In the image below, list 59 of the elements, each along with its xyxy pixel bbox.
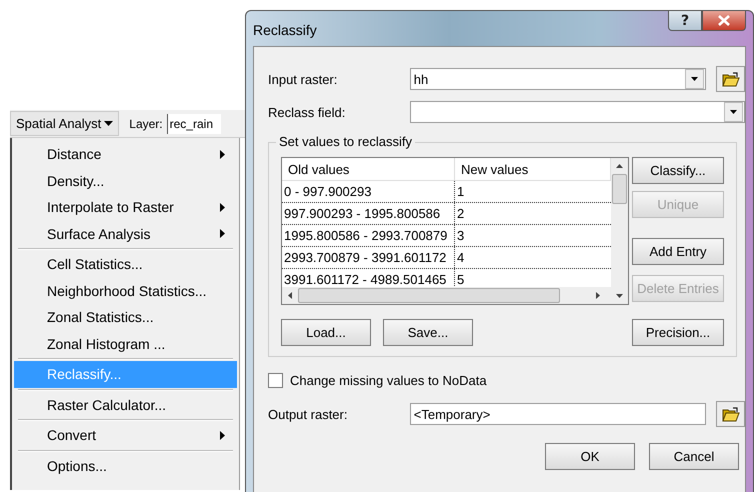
menu-item[interactable]: Zonal Statistics... (14, 304, 237, 330)
horizontal-scrollbar[interactable] (282, 287, 611, 304)
reclass-field-label: Reclass field: (268, 104, 346, 120)
close-icon (718, 15, 730, 26)
scroll-right-icon[interactable] (596, 292, 600, 299)
load-button[interactable]: Load... (281, 319, 371, 346)
cancel-button[interactable]: Cancel (649, 443, 739, 470)
layer-field[interactable]: rec_rain (166, 114, 221, 134)
menu-item[interactable]: Interpolate to Raster (14, 194, 237, 220)
layer-label: Layer: (129, 116, 163, 130)
menu-item[interactable]: Convert (14, 422, 237, 448)
table-cell[interactable]: 2 (455, 203, 611, 224)
table-cell[interactable]: 997.900293 - 1995.800586 (282, 203, 455, 224)
input-raster-label: Input raster: (268, 72, 338, 86)
caret-icon (104, 121, 114, 126)
browse-button[interactable] (716, 66, 745, 92)
menu-item[interactable]: Density... (14, 168, 237, 194)
checkbox-label: Change missing values to NoData (290, 373, 487, 388)
scroll-down-icon[interactable] (616, 294, 623, 298)
help-button[interactable]: ? (668, 11, 702, 31)
side-button[interactable]: Classify... (632, 157, 724, 184)
checkbox[interactable] (268, 373, 283, 388)
menu-item[interactable]: Raster Calculator... (14, 392, 237, 418)
browse-button[interactable] (716, 401, 745, 427)
table-cell[interactable]: 1 (455, 181, 611, 202)
save-button[interactable]: Save... (383, 319, 473, 346)
folder-icon (722, 406, 740, 422)
scroll-up-icon[interactable] (616, 164, 623, 168)
close-button[interactable] (702, 11, 746, 31)
table-cell[interactable]: 5 (455, 269, 611, 287)
table-cell[interactable]: 4 (455, 247, 611, 268)
folder-icon (722, 72, 740, 86)
menu-item[interactable]: Options... (14, 452, 237, 479)
output-raster-label: Output raster: (268, 406, 348, 422)
group-title: Set values to reclassify (276, 134, 415, 149)
menu-item[interactable]: Cell Statistics... (14, 251, 237, 278)
scroll-thumb[interactable] (612, 174, 627, 204)
table-cell[interactable]: 1995.800586 - 2993.700879 (282, 225, 455, 246)
menu-item[interactable]: Distance (14, 141, 237, 168)
menu-item[interactable]: Surface Analysis (14, 220, 237, 247)
dropdown-arrow-icon (730, 110, 737, 114)
ok-button[interactable]: OK (545, 443, 635, 470)
vertical-scrollbar[interactable] (611, 158, 628, 304)
scroll-thumb[interactable] (298, 288, 560, 303)
window-title: Reclassify (253, 22, 318, 38)
scroll-left-icon[interactable] (288, 292, 292, 299)
output-raster-field[interactable]: <Temporary> (410, 403, 706, 425)
reclass-field-dropdown[interactable] (410, 101, 745, 123)
precision-button[interactable]: Precision... (632, 319, 724, 346)
dropdown-arrow-icon (691, 77, 698, 81)
table-cell[interactable]: 2993.700879 - 3991.601172 (282, 247, 455, 268)
table-cell[interactable]: 3 (455, 225, 611, 246)
side-button[interactable]: Add Entry (632, 238, 724, 265)
column-header[interactable]: Old values (282, 158, 455, 180)
table-cell[interactable]: 0 - 997.900293 (282, 181, 455, 202)
spatial-analyst-menu-button[interactable]: Spatial Analyst (10, 111, 120, 136)
input-raster-dropdown[interactable]: hh (410, 68, 706, 90)
menu-item[interactable]: Zonal Histogram ... (14, 330, 237, 357)
menu-item[interactable]: Neighborhood Statistics... (14, 278, 237, 304)
